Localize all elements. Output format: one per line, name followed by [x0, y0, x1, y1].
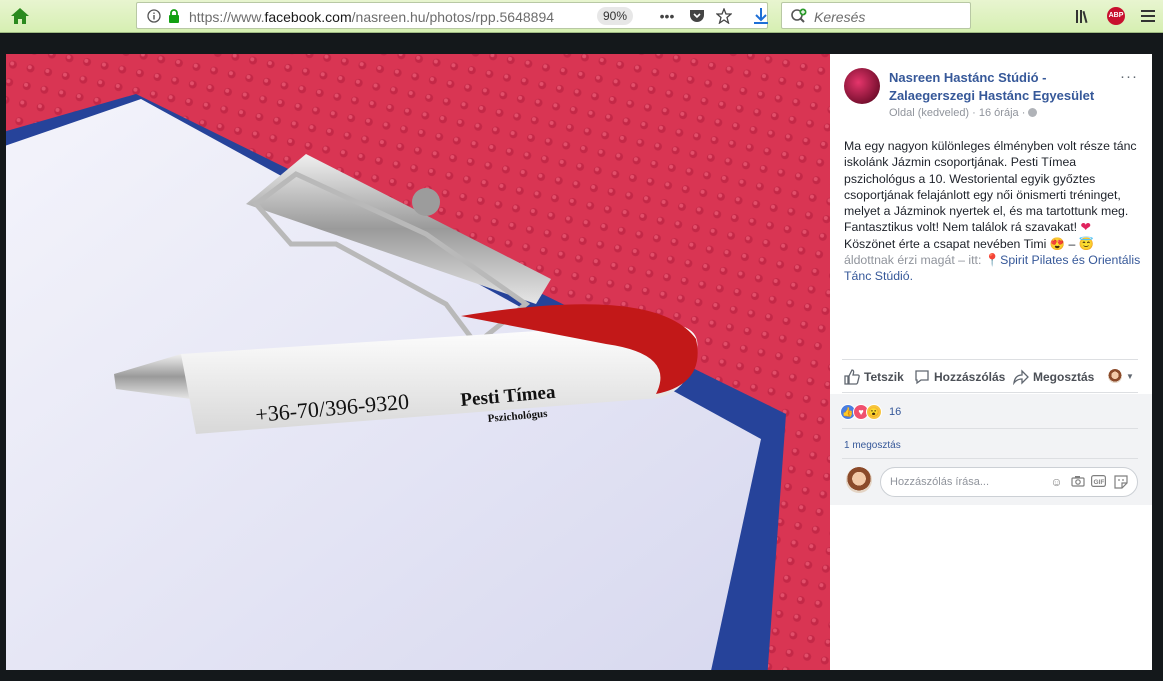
comment-input[interactable]: Hozzászólás írása... ☺ GIF	[880, 467, 1138, 497]
reactions-summary[interactable]: 👍 ♥ 😮 16	[840, 404, 901, 420]
lock-icon[interactable]	[163, 5, 185, 27]
search-bar[interactable]: Keresés	[781, 2, 971, 29]
home-icon[interactable]	[9, 5, 31, 27]
post-panel: Nasreen Hastánc Stúdió - Zalaegerszegi H…	[830, 54, 1152, 670]
adblock-badge: ABP	[1107, 7, 1125, 25]
page-type[interactable]: Oldal (kedveled)	[889, 107, 969, 119]
svg-text:GIF: GIF	[1094, 479, 1105, 486]
comment-bubble-icon	[915, 370, 929, 385]
thanks-text: Köszönet érte a csapat nevében Timi	[844, 236, 1047, 251]
like-button[interactable]: Tetszik	[844, 369, 904, 385]
search-placeholder: Keresés	[814, 9, 866, 25]
chevron-down-icon: ▼	[1126, 371, 1134, 381]
camera-icon[interactable]	[1070, 475, 1085, 490]
post-meta: Oldal (kedveled) · 16 órája ·	[889, 107, 1038, 119]
photo-image: +36-70/396-9320 Pesti Tímea Pszichológus	[6, 54, 830, 670]
emoji-icon[interactable]: ☺	[1049, 475, 1064, 490]
page-avatar[interactable]	[844, 68, 880, 104]
globe-icon	[1028, 108, 1038, 117]
download-icon[interactable]	[750, 5, 772, 27]
comment-label: Hozzászólás	[934, 370, 1006, 384]
comment-button[interactable]: Hozzászólás	[914, 369, 1005, 385]
wow-reaction-icon: 😮	[866, 404, 882, 420]
post-photo[interactable]: +36-70/396-9320 Pesti Tímea Pszichológus	[6, 54, 830, 670]
halo-emoji-icon: 😇	[1078, 236, 1095, 251]
more-options-button[interactable]: ···	[1120, 68, 1138, 85]
page-actions-icon[interactable]: •••	[656, 5, 678, 27]
thumbs-up-icon	[844, 369, 860, 385]
divider	[842, 458, 1138, 459]
share-arrow-icon	[1013, 369, 1029, 385]
share-button[interactable]: Megosztás	[1013, 369, 1094, 385]
page-name-link[interactable]: Nasreen Hastánc Stúdió - Zalaegerszegi H…	[889, 69, 1109, 105]
dash-text: –	[1065, 236, 1079, 251]
url-bar[interactable]: https://www.facebook.com/nasreen.hu/phot…	[136, 2, 768, 29]
url-path: /nasreen.hu/photos/rpp.5648894	[351, 9, 555, 25]
url-domain: facebook.com	[264, 9, 352, 25]
feedback-area: 👍 ♥ 😮 16 1 megosztás Hozzászólás írása..…	[830, 394, 1152, 505]
search-engine-icon[interactable]	[788, 5, 810, 27]
shares-link[interactable]: 1 megosztás	[844, 440, 901, 451]
menu-icon[interactable]	[1137, 5, 1159, 27]
post-text: Ma egy nagyon különleges élményben volt …	[844, 138, 1142, 285]
meta-separator: ·	[972, 107, 976, 119]
post-as-selector[interactable]: ▼	[1108, 369, 1134, 383]
feeling-text: áldottnak érzi magát – itt:	[844, 253, 985, 268]
selector-avatar	[1108, 369, 1122, 383]
url-prefix: https://www.	[189, 9, 265, 25]
pin-icon: 📍	[984, 253, 1001, 268]
user-avatar[interactable]	[846, 467, 872, 493]
comment-placeholder: Hozzászólás írása...	[890, 476, 990, 488]
browser-toolbar: https://www.facebook.com/nasreen.hu/phot…	[0, 0, 1163, 33]
post-body: Ma egy nagyon különleges élményben volt …	[844, 139, 1137, 235]
share-label: Megosztás	[1033, 370, 1095, 384]
divider	[842, 428, 1138, 429]
url-text[interactable]: https://www.facebook.com/nasreen.hu/phot…	[189, 9, 599, 25]
sticker-icon[interactable]	[1113, 475, 1128, 490]
reaction-count[interactable]: 16	[889, 406, 901, 418]
post-time[interactable]: 16 órája	[979, 107, 1019, 119]
bookmark-star-icon[interactable]	[713, 5, 735, 27]
heart-eyes-emoji-icon: 😍	[1049, 236, 1066, 251]
library-icon[interactable]	[1073, 5, 1095, 27]
pocket-icon[interactable]	[686, 5, 708, 27]
heart-emoji-icon: ❤	[1080, 220, 1091, 235]
action-bar: Tetszik Hozzászólás Megosztás ▼	[842, 359, 1138, 393]
like-label: Tetszik	[864, 370, 904, 384]
gif-icon[interactable]: GIF	[1091, 475, 1107, 490]
clip-rivet	[412, 188, 440, 216]
zoom-level[interactable]: 90%	[597, 7, 634, 25]
meta-separator: ·	[1021, 107, 1026, 119]
text-end: .	[909, 269, 914, 284]
info-icon[interactable]	[143, 5, 165, 27]
adblock-icon[interactable]: ABP	[1105, 5, 1127, 27]
